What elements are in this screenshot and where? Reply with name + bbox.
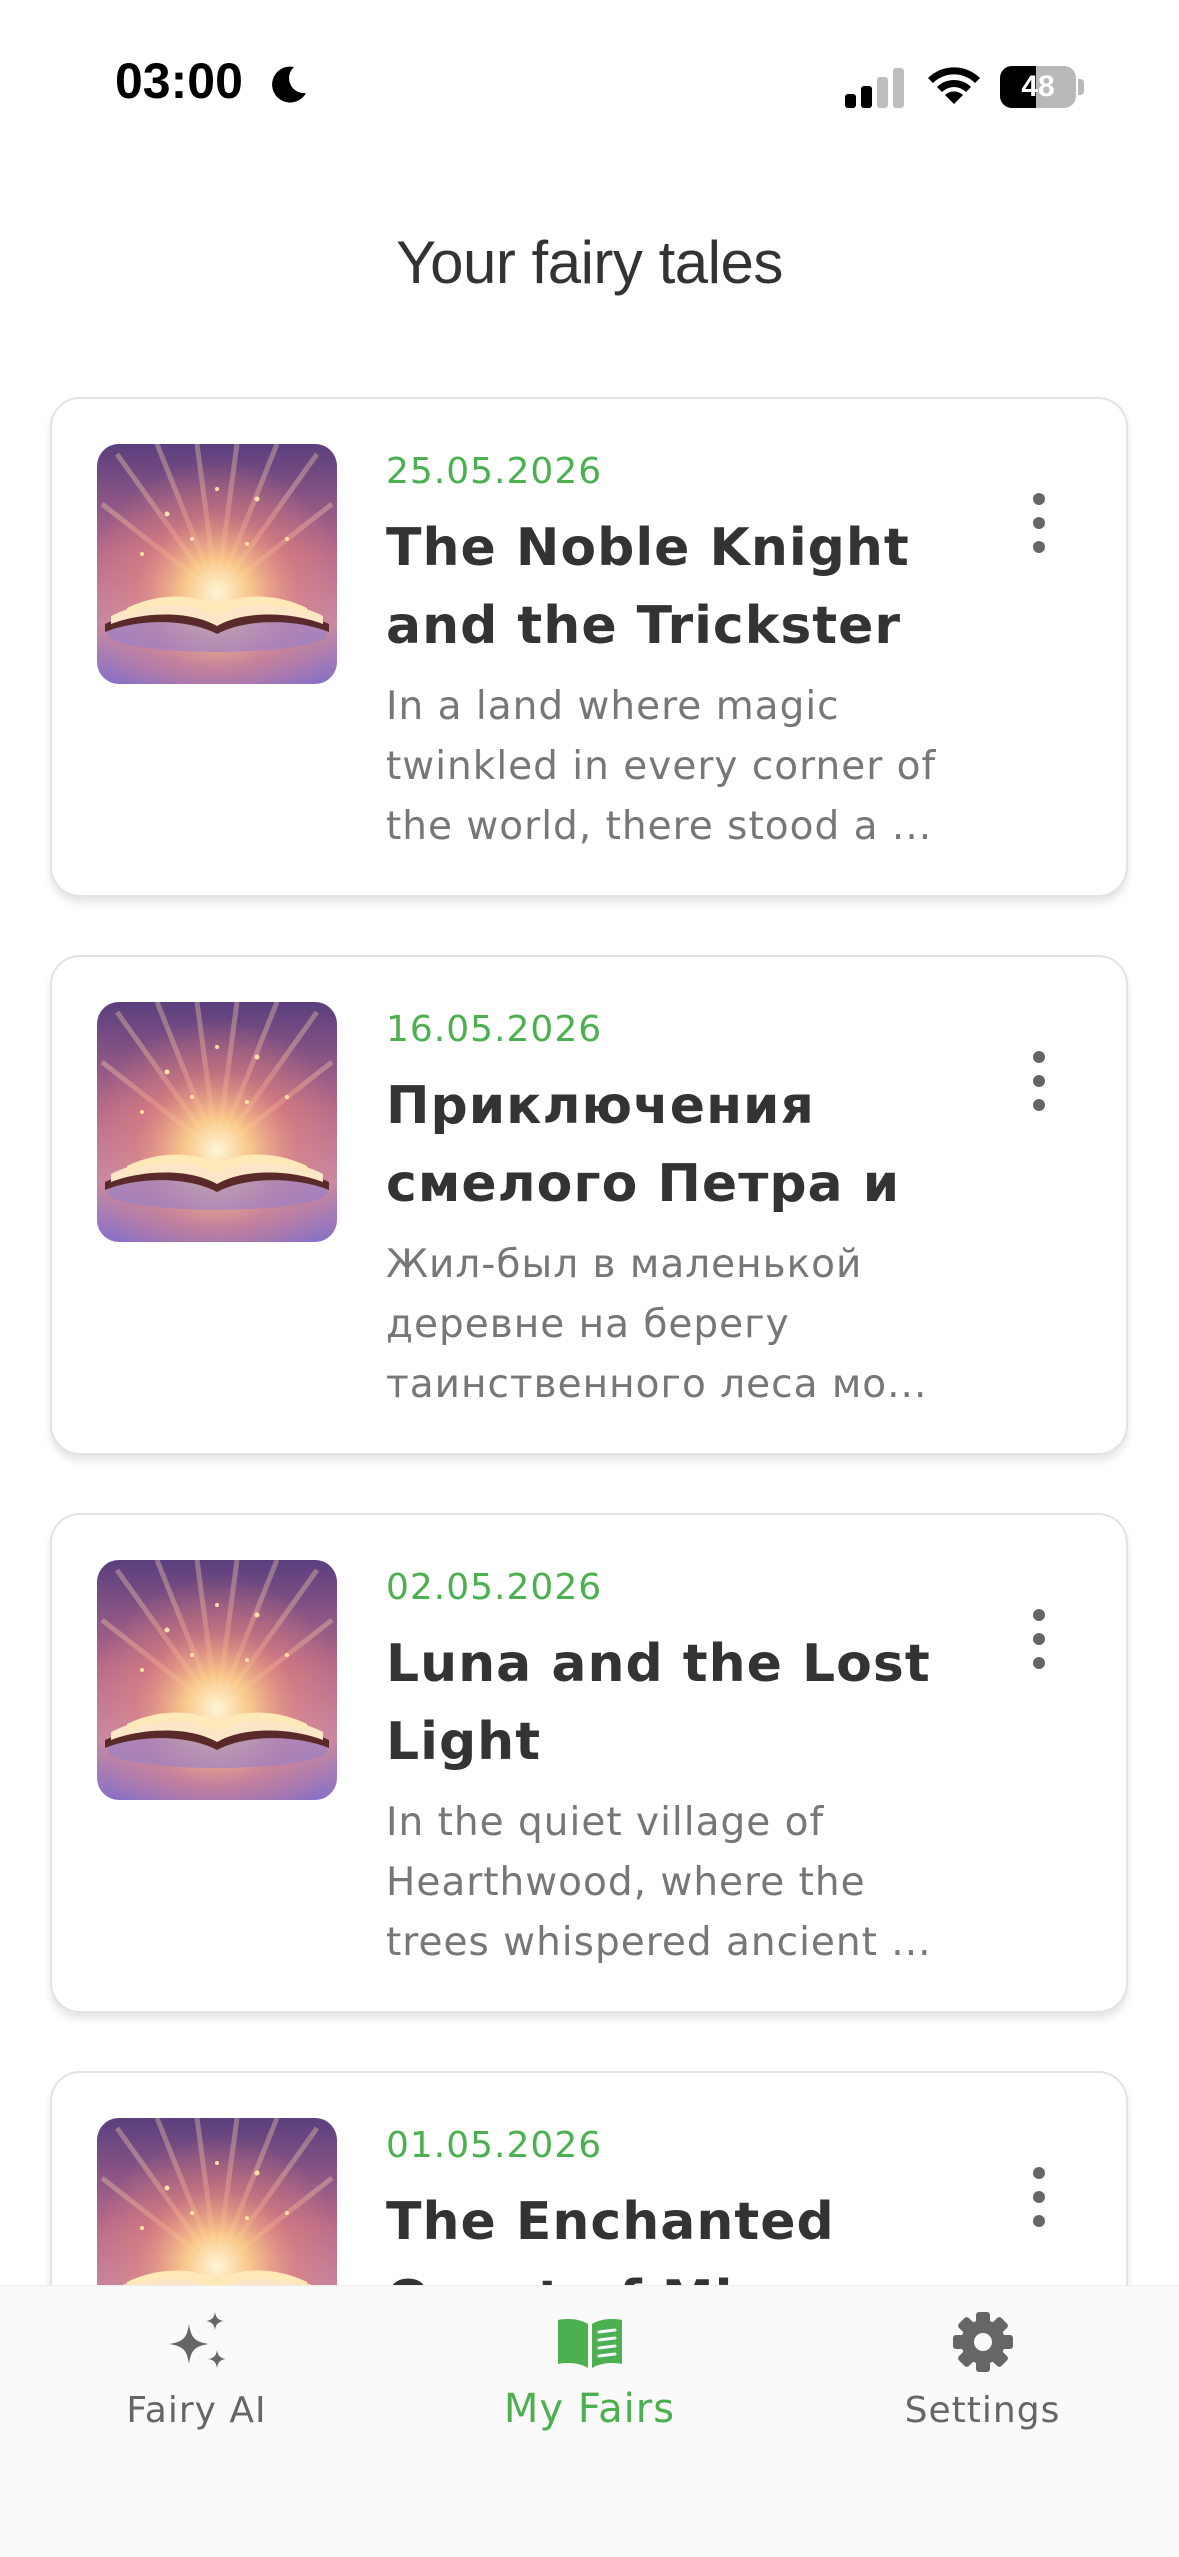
sparkles-icon	[169, 2312, 226, 2368]
tale-title: The Noble Knight and the Trickster ...	[386, 518, 910, 656]
tale-card[interactable]: 01.05.2026 The Enchanted Quest of Mira	[50, 2071, 1128, 2285]
nav-label: My Fairs	[503, 2386, 676, 2432]
tale-date: 25.05.2026	[386, 451, 603, 492]
nav-label: Settings	[904, 2390, 1061, 2431]
tale-date: 01.05.2026	[386, 2125, 603, 2166]
tale-excerpt: In the quiet village of Hearthwood, wher…	[386, 1800, 932, 1965]
more-options-button[interactable]	[1007, 2163, 1067, 2233]
nav-label: Fairy AI	[126, 2390, 267, 2431]
tale-thumbnail	[97, 1002, 337, 1242]
tale-thumbnail	[97, 1560, 337, 1800]
tale-card[interactable]: 16.05.2026 Приключения смелого Петра и .…	[50, 955, 1128, 1455]
tale-date: 16.05.2026	[386, 1009, 603, 1050]
tale-excerpt: In a land where magic twinkled in every …	[386, 684, 937, 849]
tale-card[interactable]: 02.05.2026 Luna and the Lost Light In th…	[50, 1513, 1128, 2013]
open-book-icon	[558, 2319, 622, 2368]
more-options-button[interactable]	[1007, 1047, 1067, 1117]
tale-thumbnail	[97, 444, 337, 684]
gear-icon	[953, 2312, 1013, 2372]
nav-item-fairy-ai[interactable]: Fairy AI	[0, 2286, 393, 2486]
bottom-navigation: Fairy AI My Fairs Settings	[0, 2285, 1179, 2557]
nav-item-my-fairs[interactable]: My Fairs	[393, 2286, 786, 2486]
tales-list[interactable]: 25.05.2026 The Noble Knight and the Tric…	[0, 0, 1179, 2285]
tale-date: 02.05.2026	[386, 1567, 603, 1608]
tale-title: The Enchanted Quest of Mira	[386, 2192, 835, 2285]
tale-title: Luna and the Lost Light	[386, 1634, 931, 1772]
nav-item-settings[interactable]: Settings	[786, 2286, 1179, 2486]
tale-thumbnail	[97, 2118, 337, 2285]
more-options-button[interactable]	[1007, 1605, 1067, 1675]
tale-title: Приключения смелого Петра и ...	[386, 1076, 901, 1214]
tale-excerpt: Жил-был в маленькой деревне на берегу та…	[386, 1242, 928, 1407]
more-options-button[interactable]	[1007, 489, 1067, 559]
tale-card[interactable]: 25.05.2026 The Noble Knight and the Tric…	[50, 397, 1128, 897]
